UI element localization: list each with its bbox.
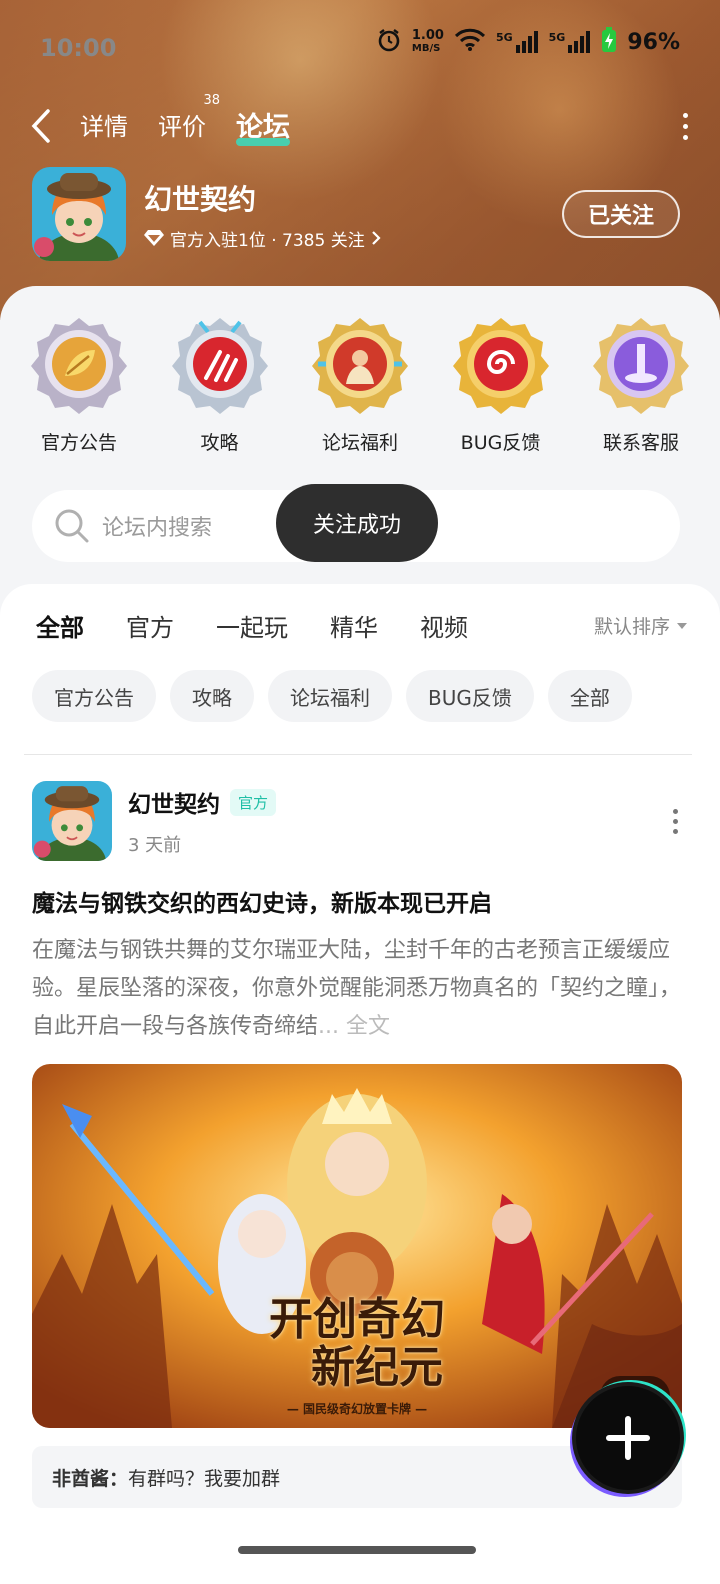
sort-dropdown[interactable]: 默认排序 xyxy=(594,612,688,639)
follow-button[interactable]: 已关注 xyxy=(562,190,680,238)
tab-details[interactable]: 详情 xyxy=(80,107,128,146)
post-image[interactable]: 开创奇幻 新纪元 — 国民级奇幻放置卡牌 — 2 xyxy=(32,1064,682,1428)
signal-2-icon: 5G xyxy=(549,31,592,53)
post-title: 魔法与钢铁交织的西幻史诗，新版本现已开启 xyxy=(32,891,492,917)
chevron-left-icon xyxy=(31,109,50,143)
chip-benefits[interactable]: 论坛福利 xyxy=(268,670,392,722)
plus-icon xyxy=(606,1416,650,1460)
diamond-icon xyxy=(144,230,164,246)
feed-tab-official[interactable]: 官方 xyxy=(126,608,174,643)
caret-down-icon xyxy=(677,622,687,629)
banner-title: 开创奇幻 新纪元 xyxy=(269,1294,445,1393)
game-icon[interactable] xyxy=(32,167,126,261)
spiral-badge-icon xyxy=(452,318,549,414)
category-chips: 官方公告 攻略 论坛福利 BUG反馈 全部 xyxy=(32,670,632,722)
feed-tab-play-together[interactable]: 一起玩 xyxy=(216,608,288,643)
status-time: 10:00 xyxy=(40,34,117,62)
feed-tab-featured[interactable]: 精华 xyxy=(330,608,378,643)
home-indicator[interactable] xyxy=(238,1546,476,1554)
divider xyxy=(24,754,692,755)
more-options-button[interactable] xyxy=(680,112,690,140)
review-count-badge: 38 xyxy=(203,92,220,108)
quick-entry-guide[interactable]: 攻略 xyxy=(161,314,279,455)
search-placeholder: 论坛内搜索 xyxy=(102,516,213,541)
top-navigation: 详情 评价 38 论坛 xyxy=(30,93,690,148)
feed-tab-all[interactable]: 全部 xyxy=(36,608,84,645)
chevron-right-icon xyxy=(371,231,381,245)
toast-message: 关注成功 xyxy=(276,484,438,562)
net-speed: 1.00 MB/S xyxy=(411,28,444,54)
quick-entry-support[interactable]: 联系客服 xyxy=(582,314,700,455)
post-time: 3 天前 xyxy=(128,835,182,856)
portal-badge-icon xyxy=(593,318,689,414)
comment-user: 非酋酱： xyxy=(52,1467,129,1490)
game-followers[interactable]: 官方入驻1位 · 7385 关注 xyxy=(144,226,381,251)
author-info: 幻世契约 官方 3 天前 xyxy=(128,785,277,857)
post-more-button[interactable] xyxy=(673,808,684,834)
chip-all[interactable]: 全部 xyxy=(547,670,632,722)
leaf-badge-icon xyxy=(31,318,127,414)
status-icons: 1.00 MB/S 5G 5G 96% xyxy=(376,27,680,57)
author-avatar[interactable] xyxy=(32,781,112,861)
author-name[interactable]: 幻世契约 xyxy=(128,785,220,819)
warrior-badge-icon xyxy=(312,318,408,414)
post-header: 幻世契约 官方 3 天前 xyxy=(32,780,684,862)
post-body: 在魔法与钢铁共舞的艾尔瑞亚大陆，尘封千年的古老预言正缓缓应验。星辰坠落的深夜，你… xyxy=(32,938,682,1039)
alarm-icon xyxy=(376,27,402,57)
back-button[interactable] xyxy=(30,104,60,148)
search-icon xyxy=(55,509,89,543)
quick-entry-benefits[interactable]: 论坛福利 xyxy=(301,314,419,455)
chip-bug-report[interactable]: BUG反馈 xyxy=(406,670,534,722)
battery-charging-icon xyxy=(601,27,617,57)
chip-announcement[interactable]: 官方公告 xyxy=(32,670,156,722)
battery-percent: 96% xyxy=(627,29,680,55)
game-name: 幻世契约 xyxy=(144,182,257,216)
quick-entries: 官方公告 攻略 论坛福利 BUG反馈 联系客服 xyxy=(20,314,700,455)
chip-guide[interactable]: 攻略 xyxy=(170,670,254,722)
status-bar: 10:00 1.00 MB/S 5G 5G 96% xyxy=(40,26,680,62)
page-tabs: 详情 评价 38 论坛 xyxy=(80,93,290,148)
create-post-button[interactable] xyxy=(576,1386,680,1490)
wifi-icon xyxy=(454,28,486,56)
read-more-link[interactable]: ... 全文 xyxy=(318,1014,390,1039)
game-info-bar: 幻世契约 官方入驻1位 · 7385 关注 已关注 xyxy=(32,166,680,262)
post-card[interactable]: 幻世契约 官方 3 天前 魔法与钢铁交织的西幻史诗，新版本现已开启 在魔法与钢铁… xyxy=(32,780,684,1508)
feed-tab-video[interactable]: 视频 xyxy=(420,608,468,643)
tab-forum[interactable]: 论坛 xyxy=(236,105,290,148)
tab-reviews[interactable]: 评价 38 xyxy=(158,93,220,146)
quick-entry-announcement[interactable]: 官方公告 xyxy=(20,314,138,455)
quick-entry-bug-report[interactable]: BUG反馈 xyxy=(442,314,560,455)
official-badge: 官方 xyxy=(230,788,277,816)
signal-1-icon: 5G xyxy=(496,31,539,53)
game-info: 幻世契约 官方入驻1位 · 7385 关注 xyxy=(144,178,381,251)
comment-text: 有群吗？我要加群 xyxy=(128,1467,281,1490)
claw-badge-icon xyxy=(171,318,268,414)
feed-tabs: 全部 官方 一起玩 精华 视频 默认排序 xyxy=(36,608,688,645)
